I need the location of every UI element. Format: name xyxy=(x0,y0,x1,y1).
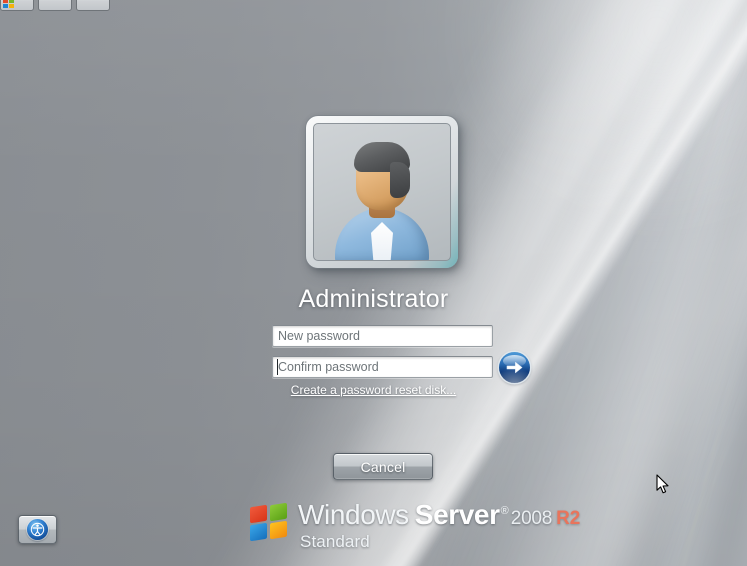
background-vignette xyxy=(0,0,747,566)
confirm-password-input[interactable] xyxy=(272,356,493,378)
branding: Windows Server ® 2008 R2 Standard xyxy=(249,501,580,552)
taskbar-button-3[interactable] xyxy=(76,0,110,11)
taskbar-strip xyxy=(0,0,110,12)
new-password-input[interactable] xyxy=(272,325,493,347)
brand-server: Server xyxy=(414,499,500,530)
brand-release: R2 xyxy=(556,508,581,529)
taskbar-button-1[interactable] xyxy=(0,0,34,11)
ease-of-access-icon xyxy=(27,519,48,540)
default-user-avatar-icon xyxy=(313,123,451,261)
brand-year: 2008 xyxy=(510,508,553,529)
user-avatar-tile[interactable] xyxy=(306,116,458,268)
windows-flag-icon xyxy=(3,0,14,8)
branding-text: Windows Server ® 2008 R2 Standard xyxy=(298,501,580,552)
brand-windows: Windows xyxy=(298,499,409,530)
windows-flag-logo-icon xyxy=(249,502,289,542)
user-name-label: Administrator xyxy=(298,285,449,313)
confirm-password-row xyxy=(272,356,493,378)
new-password-row xyxy=(272,325,493,347)
lock-screen: Administrator Create a password reset di… xyxy=(0,0,747,566)
taskbar-button-2[interactable] xyxy=(38,0,72,11)
brand-trademark: ® xyxy=(500,505,509,517)
ease-of-access-button[interactable] xyxy=(18,515,57,544)
brand-edition: Standard xyxy=(300,532,370,551)
submit-arrow-button[interactable] xyxy=(499,352,530,383)
text-caret xyxy=(277,359,278,375)
create-password-reset-disk-link[interactable]: Create a password reset disk... xyxy=(0,383,747,397)
cancel-button[interactable]: Cancel xyxy=(333,453,433,480)
